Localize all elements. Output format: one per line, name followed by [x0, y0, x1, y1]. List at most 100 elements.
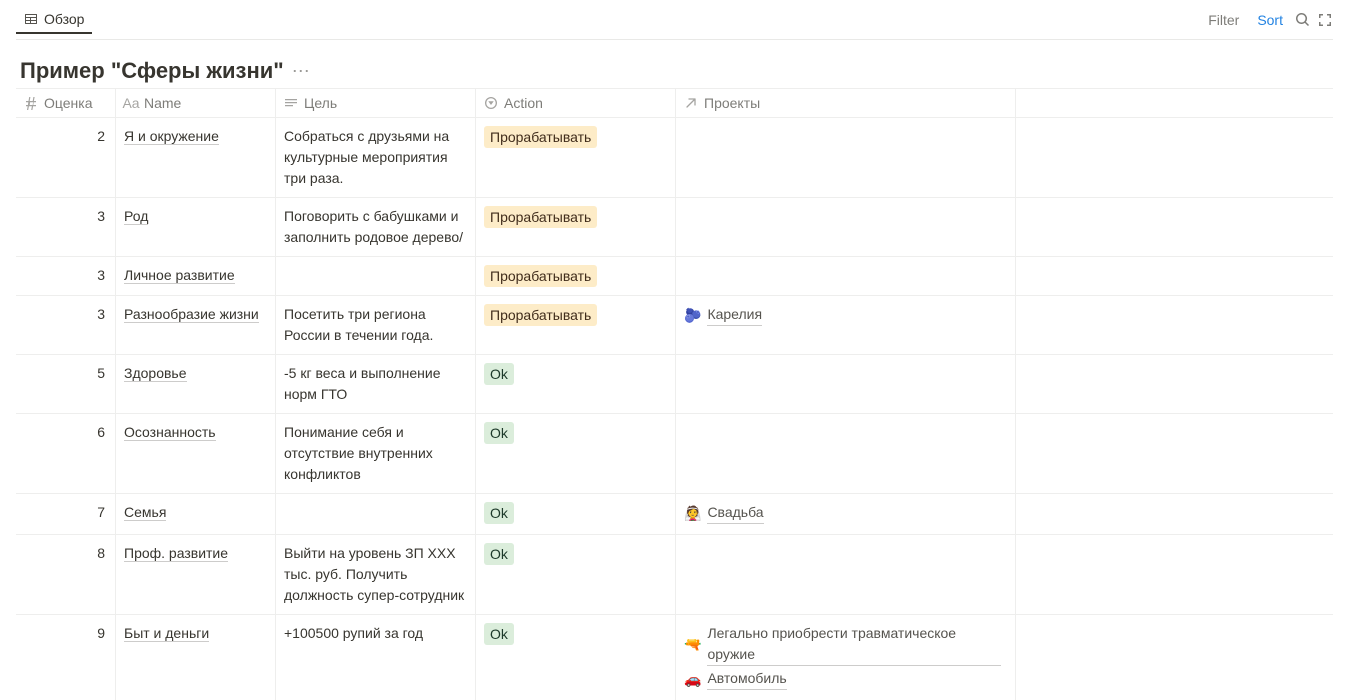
- filter-button[interactable]: Filter: [1202, 8, 1245, 32]
- col-header-projects[interactable]: Проекты: [676, 89, 1016, 117]
- col-header-goal-label: Цель: [304, 95, 337, 111]
- cell-action[interactable]: Ok: [476, 534, 676, 614]
- cell-name[interactable]: Проф. развитие: [116, 534, 276, 614]
- col-header-action-label: Action: [504, 95, 543, 111]
- cell-action[interactable]: Ok: [476, 493, 676, 534]
- cell-action[interactable]: Ok: [476, 413, 676, 493]
- cell-empty: [1016, 493, 1333, 534]
- cell-goal[interactable]: Собраться с друзьями на культурные мероп…: [276, 117, 476, 197]
- project-chip[interactable]: 🔫Легально приобрести травматическое оруж…: [684, 623, 1001, 666]
- select-icon: [484, 96, 498, 110]
- data-table: Оценка Aa Name Цель Action Проекты 2 Я и …: [16, 88, 1333, 700]
- cell-name[interactable]: Разнообразие жизни: [116, 295, 276, 354]
- table-icon: [24, 12, 38, 26]
- cell-name-text: Быт и деньги: [124, 625, 209, 642]
- cell-projects[interactable]: [676, 256, 1016, 295]
- cell-action[interactable]: Прорабатывать: [476, 256, 676, 295]
- cell-projects[interactable]: [676, 117, 1016, 197]
- search-icon[interactable]: [1295, 12, 1311, 28]
- cell-name-text: Личное развитие: [124, 267, 235, 284]
- cell-name-text: Семья: [124, 504, 166, 521]
- cell-name[interactable]: Быт и деньги: [116, 614, 276, 700]
- cell-score[interactable]: 2: [16, 117, 116, 197]
- page-menu-icon[interactable]: ⋯: [292, 62, 310, 80]
- cell-projects[interactable]: 🫐 Карелия: [676, 295, 1016, 354]
- col-header-goal[interactable]: Цель: [276, 89, 476, 117]
- project-emoji: 🫐: [684, 305, 701, 326]
- cell-goal[interactable]: Поговорить с бабушками и заполнить родов…: [276, 197, 476, 256]
- cell-empty: [1016, 256, 1333, 295]
- cell-action[interactable]: Прорабатывать: [476, 197, 676, 256]
- cell-score[interactable]: 3: [16, 295, 116, 354]
- cell-name-text: Разнообразие жизни: [124, 306, 259, 323]
- view-tabs: Обзор Filter Sort: [16, 0, 1333, 40]
- project-emoji: 🔫: [684, 634, 701, 655]
- cell-goal[interactable]: Посетить три региона России в течении го…: [276, 295, 476, 354]
- cell-name-text: Род: [124, 208, 148, 225]
- hash-icon: [24, 96, 38, 110]
- project-chip[interactable]: 👰Свадьба: [684, 502, 764, 524]
- cell-goal[interactable]: [276, 256, 476, 295]
- cell-projects[interactable]: [676, 197, 1016, 256]
- expand-icon[interactable]: [1317, 12, 1333, 28]
- cell-name[interactable]: Семья: [116, 493, 276, 534]
- cell-action[interactable]: Ok: [476, 354, 676, 413]
- cell-action[interactable]: Прорабатывать: [476, 117, 676, 197]
- cell-score[interactable]: 8: [16, 534, 116, 614]
- cell-projects[interactable]: [676, 354, 1016, 413]
- cell-projects[interactable]: [676, 534, 1016, 614]
- status-badge: Ok: [484, 623, 514, 645]
- status-badge: Прорабатывать: [484, 304, 597, 326]
- cell-empty: [1016, 295, 1333, 354]
- tab-overview[interactable]: Обзор: [16, 6, 92, 34]
- col-header-projects-label: Проекты: [704, 95, 760, 111]
- text-icon: [284, 96, 298, 110]
- cell-empty: [1016, 117, 1333, 197]
- cell-score[interactable]: 6: [16, 413, 116, 493]
- cell-name[interactable]: Род: [116, 197, 276, 256]
- cell-action[interactable]: Прорабатывать: [476, 295, 676, 354]
- cell-goal[interactable]: Понимание себя и отсутствие внутренних к…: [276, 413, 476, 493]
- tab-overview-label: Обзор: [44, 11, 84, 27]
- cell-goal[interactable]: +100500 рупий за год: [276, 614, 476, 700]
- project-label: Карелия: [707, 304, 762, 326]
- cell-score[interactable]: 3: [16, 256, 116, 295]
- col-header-name-label: Name: [144, 95, 181, 111]
- cell-name[interactable]: Осознанность: [116, 413, 276, 493]
- cell-goal[interactable]: -5 кг веса и выполнение норм ГТО: [276, 354, 476, 413]
- col-header-name[interactable]: Aa Name: [116, 89, 276, 117]
- page-title: Пример "Сферы жизни": [20, 58, 284, 84]
- cell-score[interactable]: 7: [16, 493, 116, 534]
- cell-empty: [1016, 197, 1333, 256]
- cell-name-text: Осознанность: [124, 424, 216, 441]
- sort-button[interactable]: Sort: [1251, 8, 1289, 32]
- status-badge: Ok: [484, 543, 514, 565]
- toolbar-right: Filter Sort: [1202, 8, 1333, 32]
- col-header-action[interactable]: Action: [476, 89, 676, 117]
- project-emoji: 👰: [684, 503, 701, 524]
- col-header-score[interactable]: Оценка: [16, 89, 116, 117]
- project-label: Автомобиль: [707, 668, 786, 690]
- cell-projects[interactable]: 🔫Легально приобрести травматическое оруж…: [676, 614, 1016, 700]
- cell-action[interactable]: Ok: [476, 614, 676, 700]
- relation-icon: [684, 96, 698, 110]
- cell-name[interactable]: Я и окружение: [116, 117, 276, 197]
- status-badge: Прорабатывать: [484, 265, 597, 287]
- cell-goal[interactable]: Выйти на уровень ЗП ХХХ тыс. руб. Получи…: [276, 534, 476, 614]
- cell-empty: [1016, 534, 1333, 614]
- cell-projects[interactable]: [676, 413, 1016, 493]
- project-chip[interactable]: 🚗Автомобиль: [684, 668, 787, 690]
- cell-name[interactable]: Здоровье: [116, 354, 276, 413]
- cell-name[interactable]: Личное развитие: [116, 256, 276, 295]
- col-header-empty: [1016, 89, 1333, 117]
- cell-empty: [1016, 354, 1333, 413]
- col-header-score-label: Оценка: [44, 95, 93, 111]
- cell-score[interactable]: 9: [16, 614, 116, 700]
- cell-score[interactable]: 3: [16, 197, 116, 256]
- cell-empty: [1016, 614, 1333, 700]
- cell-score[interactable]: 5: [16, 354, 116, 413]
- cell-projects[interactable]: 👰Свадьба: [676, 493, 1016, 534]
- cell-goal[interactable]: [276, 493, 476, 534]
- cell-name-text: Я и окружение: [124, 128, 219, 145]
- project-chip[interactable]: 🫐 Карелия: [684, 304, 762, 326]
